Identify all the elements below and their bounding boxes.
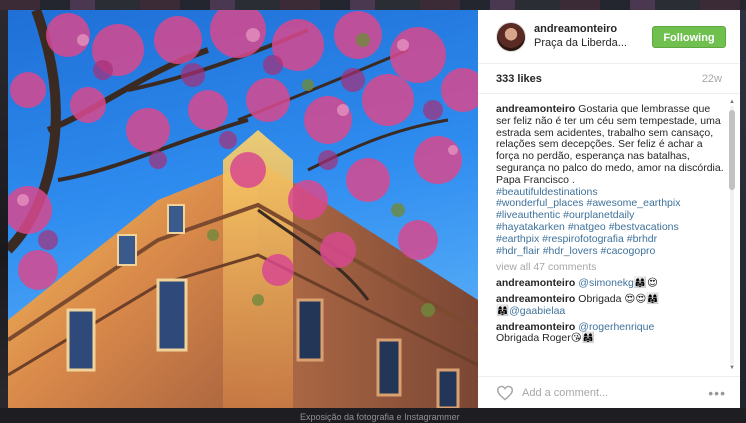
- add-comment-input[interactable]: [522, 386, 709, 399]
- comment-text: 👩‍👩‍👧😍: [633, 277, 658, 290]
- hashtag[interactable]: #liveauthentic: [496, 209, 560, 221]
- hashtag[interactable]: #earthpix: [496, 233, 539, 245]
- comment-item: andreamonteiro @rogerhenrique Obrigada R…: [496, 321, 726, 346]
- hashtag[interactable]: #wonderful_places: [496, 197, 584, 209]
- comment-mention[interactable]: @rogerhenrique: [578, 321, 654, 333]
- comment-username[interactable]: andreamonteiro: [496, 321, 575, 333]
- hashtag[interactable]: #natgeo: [568, 221, 606, 233]
- post-photo[interactable]: [8, 10, 478, 408]
- backdrop-caption: Exposição da fotografia e Instagrammer: [300, 412, 460, 422]
- likes-count[interactable]: 333 likes: [496, 73, 542, 85]
- comment-username[interactable]: andreamonteiro: [496, 277, 575, 289]
- caption-signature: Papa Francisco .: [496, 173, 575, 186]
- post-stats: 333 likes 22w: [478, 64, 740, 94]
- hashtag[interactable]: #cacogopro: [601, 245, 656, 257]
- scroll-down-arrow-icon[interactable]: ▼: [728, 364, 736, 372]
- post-age[interactable]: 22w: [702, 73, 722, 85]
- comment-mention[interactable]: 👩‍👩‍👧@gaabielaa: [496, 305, 565, 317]
- comments-scrollbar[interactable]: ▲ ▼: [728, 98, 736, 372]
- comment-text: Obrigada Roger😘👩‍👩‍👧: [496, 332, 595, 345]
- backdrop-thumbnails-top: [0, 0, 746, 10]
- photo-illustration: [8, 10, 478, 408]
- hashtag[interactable]: #awesome_earthpix: [586, 197, 680, 209]
- comment-mention[interactable]: @simonekg: [578, 277, 634, 289]
- hashtag[interactable]: #ourplanetdaily: [563, 209, 634, 221]
- caption-username[interactable]: andreamonteiro: [496, 103, 575, 115]
- more-dots-icon[interactable]: •••: [708, 386, 726, 400]
- post-side-panel: andreamonteiro Praça da Liberda... Follo…: [478, 10, 740, 408]
- scroll-up-arrow-icon[interactable]: ▲: [728, 98, 736, 106]
- comment-item: andreamonteiro Obrigada 😍😍👩‍👩‍👧 👩‍👩‍👧@ga…: [496, 292, 726, 318]
- comment-text: Obrigada 😍😍👩‍👩‍👧: [578, 292, 660, 305]
- view-all-comments-link[interactable]: view all 47 comments: [496, 262, 726, 274]
- hashtag[interactable]: #bestvacations: [609, 221, 679, 233]
- post-location[interactable]: Praça da Liberda...: [534, 36, 652, 50]
- post-header: andreamonteiro Praça da Liberda... Follo…: [478, 10, 740, 64]
- post-footer: •••: [478, 376, 740, 408]
- post-caption: andreamonteiro Gostaria que lembrasse qu…: [496, 103, 726, 257]
- following-button[interactable]: Following: [652, 25, 726, 48]
- hashtag[interactable]: #respirofotografia: [542, 233, 624, 245]
- post-modal: andreamonteiro Praça da Liberda... Follo…: [8, 10, 740, 408]
- comment-item: andreamonteiro @simonekg👩‍👩‍👧😍: [496, 277, 726, 290]
- scrollbar-thumb[interactable]: [729, 110, 735, 190]
- hashtag[interactable]: #hdr_flair: [496, 245, 540, 257]
- hashtag[interactable]: #brhdr: [627, 233, 657, 245]
- author-info: andreamonteiro Praça da Liberda...: [534, 23, 652, 50]
- author-username[interactable]: andreamonteiro: [534, 23, 652, 36]
- hashtag[interactable]: #hdr_lovers: [543, 245, 598, 257]
- heart-outline-icon[interactable]: [496, 385, 514, 401]
- comment-username[interactable]: andreamonteiro: [496, 293, 575, 305]
- hashtag[interactable]: #hayatakarken: [496, 221, 565, 233]
- comments-list[interactable]: andreamonteiro Gostaria que lembrasse qu…: [478, 94, 740, 376]
- hashtag[interactable]: #beautifuldestinations: [496, 186, 598, 198]
- avatar[interactable]: [496, 21, 526, 52]
